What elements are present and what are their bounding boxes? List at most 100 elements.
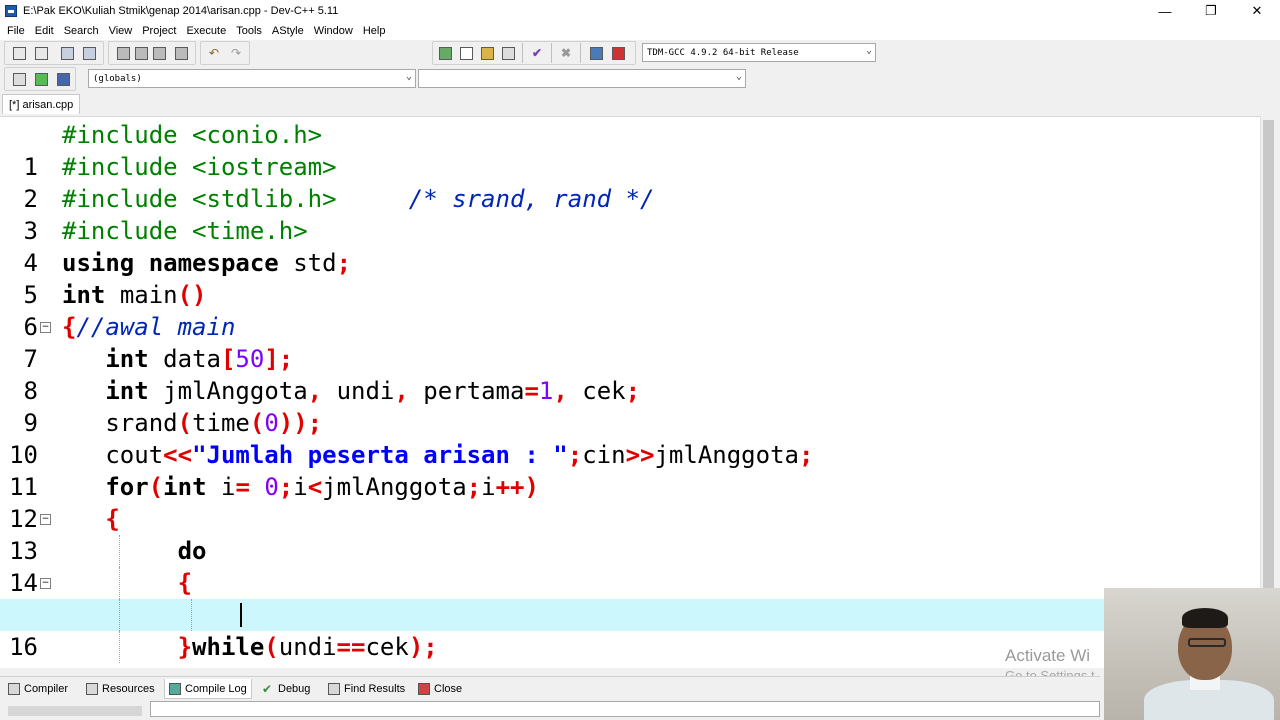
code-text: }while(undi==cek);: [177, 633, 438, 661]
toolbar-separator: [522, 43, 523, 63]
code-line: 13 − {: [0, 503, 1275, 565]
chevron-down-icon: ⌄: [405, 71, 412, 82]
profile-icon[interactable]: [587, 44, 605, 62]
menu-project[interactable]: Project: [137, 25, 181, 37]
scrollbar-thumb[interactable]: [1263, 120, 1274, 590]
status-progress: [8, 706, 142, 716]
member-select[interactable]: ⌄: [418, 69, 746, 88]
menu-execute[interactable]: Execute: [181, 25, 231, 37]
code-text: int main(): [62, 281, 207, 309]
compile-log-icon: [169, 682, 181, 695]
scope-select-value: (globals): [93, 73, 142, 84]
menu-help[interactable]: Help: [358, 25, 391, 37]
compiler-select[interactable]: TDM-GCC 4.9.2 64-bit Release ⌄: [642, 43, 876, 62]
code-line: 10 srand(time(0));: [0, 407, 1275, 469]
run-icon[interactable]: [457, 44, 475, 62]
tab-close-label: Close: [434, 683, 463, 695]
tab-debug-label: Debug: [278, 683, 311, 695]
fold-collapse-icon[interactable]: −: [40, 514, 51, 525]
code-text: {//awal main: [62, 313, 236, 341]
save-icon[interactable]: [58, 44, 76, 62]
toggle-icon[interactable]: [32, 70, 50, 88]
tab-close[interactable]: Close: [414, 679, 466, 699]
code-text: int jmlAnggota, undi, pertama=1, cek;: [105, 377, 641, 405]
code-line: 8 int data[50];: [0, 343, 1275, 405]
properties-icon[interactable]: [172, 44, 190, 62]
open-file-icon[interactable]: [32, 44, 50, 62]
undo-icon[interactable]: ↶: [205, 44, 223, 62]
code-text: {: [105, 505, 120, 533]
find-results-icon: [328, 683, 340, 695]
menu-search[interactable]: Search: [59, 25, 104, 37]
code-line: 14 do: [0, 535, 1275, 597]
code-text: cout<<"Jumlah peserta arisan : ";cin>>jm…: [105, 441, 814, 469]
tab-compiler[interactable]: Compiler: [4, 679, 72, 699]
tab-label: [*] arisan.cpp: [9, 98, 74, 111]
resources-icon: [86, 683, 98, 695]
abort-icon[interactable]: ✖: [557, 44, 575, 62]
compile-run-icon[interactable]: [478, 44, 496, 62]
code-text: for(int i= 0;i<jmlAnggota;i++): [105, 473, 539, 501]
debug-toolbar-icon[interactable]: [609, 44, 627, 62]
menu-bar: File Edit Search View Project Execute To…: [0, 22, 1280, 40]
code-editor[interactable]: 1 #include <conio.h> 2 #include <iostrea…: [0, 116, 1275, 668]
close-window-button[interactable]: ✕: [1234, 0, 1280, 22]
tab-compiler-label: Compiler: [24, 683, 69, 695]
fold-collapse-icon[interactable]: −: [40, 322, 51, 333]
chevron-down-icon: ⌄: [865, 45, 872, 56]
dev-cpp-app-icon: [5, 5, 17, 17]
code-line: 9 int jmlAnggota, undi, pertama=1, cek;: [0, 375, 1275, 437]
dev-cpp-window: E:\Pak EKO\Kuliah Stmik\genap 2014\arisa…: [0, 0, 1280, 720]
compiler-icon: [8, 683, 20, 695]
editor-tab-bar: [*] arisan.cpp: [0, 92, 1280, 114]
current-code-line: 16: [0, 599, 1275, 661]
code-text: #include <iostream>: [62, 153, 337, 181]
menu-view[interactable]: View: [104, 25, 138, 37]
code-line: 15 − {: [0, 567, 1275, 629]
webcam-overlay: [1104, 588, 1280, 720]
menu-edit[interactable]: Edit: [30, 25, 59, 37]
menu-astyle[interactable]: AStyle: [267, 25, 309, 37]
tab-resources[interactable]: Resources: [82, 679, 159, 699]
rebuild-all-icon[interactable]: [499, 44, 517, 62]
close-icon: [418, 683, 430, 695]
code-text: #include <conio.h>: [62, 121, 323, 149]
code-line: 6 int main(): [0, 279, 1275, 341]
code-text: #include <time.h>: [62, 217, 308, 245]
minimize-button[interactable]: —: [1142, 0, 1188, 22]
editor-vertical-scrollbar[interactable]: [1260, 116, 1276, 668]
syntax-check-icon[interactable]: ✔: [528, 44, 546, 62]
menu-file[interactable]: File: [2, 25, 30, 37]
tab-debug[interactable]: ✔ Debug: [258, 679, 314, 699]
debug-icon: ✔: [262, 682, 273, 696]
print-icon[interactable]: [114, 44, 132, 62]
save-all-icon[interactable]: [80, 44, 98, 62]
toolbar-separator: [551, 43, 552, 63]
menu-tools[interactable]: Tools: [231, 25, 267, 37]
window-title: E:\Pak EKO\Kuliah Stmik\genap 2014\arisa…: [23, 5, 339, 17]
goto-icon[interactable]: [54, 70, 72, 88]
menu-window[interactable]: Window: [309, 25, 358, 37]
code-text: int data[50];: [105, 345, 294, 373]
tab-find-results-label: Find Results: [344, 683, 406, 695]
tab-compile-log[interactable]: Compile Log: [164, 679, 252, 699]
text-caret: [240, 603, 242, 627]
insert-icon[interactable]: [10, 70, 28, 88]
compile-icon[interactable]: [436, 44, 454, 62]
code-line: 3 #include <stdlib.h> /* srand, rand */: [0, 183, 1275, 245]
tab-find-results[interactable]: Find Results: [324, 679, 409, 699]
restore-button[interactable]: ❐: [1188, 0, 1234, 22]
tab-arisan-cpp[interactable]: [*] arisan.cpp: [2, 94, 81, 114]
status-input[interactable]: [150, 701, 1100, 717]
close-file-icon[interactable]: [132, 44, 150, 62]
close-all-icon[interactable]: [150, 44, 168, 62]
code-text: #include <stdlib.h> /* srand, rand */: [62, 185, 655, 213]
scope-select[interactable]: (globals) ⌄: [88, 69, 416, 88]
code-line: 12 for(int i= 0;i<jmlAnggota;i++): [0, 471, 1275, 533]
fold-collapse-icon[interactable]: −: [40, 578, 51, 589]
new-file-icon[interactable]: [10, 44, 28, 62]
code-line: 7 − {//awal main: [0, 311, 1275, 373]
redo-icon[interactable]: ↷: [227, 44, 245, 62]
code-line: 1 #include <conio.h>: [0, 119, 1275, 181]
tab-compile-log-label: Compile Log: [185, 682, 247, 695]
